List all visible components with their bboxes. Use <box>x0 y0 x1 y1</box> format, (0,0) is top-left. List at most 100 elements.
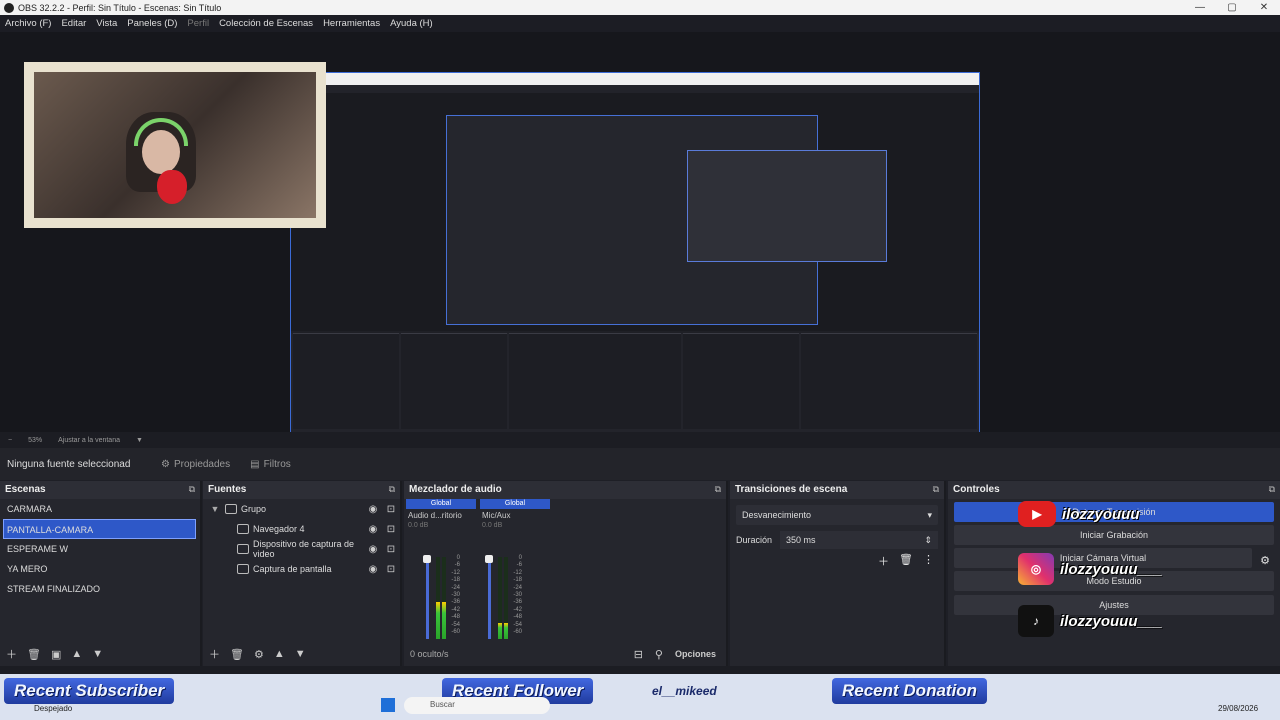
close-button[interactable]: ✕ <box>1248 2 1280 13</box>
maximize-button[interactable]: ▢ <box>1216 2 1248 13</box>
undock-icon[interactable]: ⧉ <box>933 484 939 496</box>
source-row[interactable]: ▼ Grupo ◉ ⊡ <box>203 499 400 519</box>
nested-preview-level2 <box>446 115 887 325</box>
undock-icon[interactable]: ⧉ <box>1269 484 1275 496</box>
transition-actions: ＋ 🗑 ⋮ <box>730 553 944 569</box>
window-titlebar: OBS 32.2.2 - Perfil: Sin Título - Escena… <box>0 0 1280 15</box>
channel-global-tag: Global <box>480 499 550 509</box>
menu-vista[interactable]: Vista <box>96 18 117 29</box>
undock-icon[interactable]: ⧉ <box>715 484 721 496</box>
minimize-button[interactable]: — <box>1184 2 1216 13</box>
menu-archivo[interactable]: Archivo (F) <box>5 18 51 29</box>
remove-source-icon[interactable]: 🗑 <box>230 648 244 661</box>
nested-menubar <box>291 85 979 93</box>
meter-tick-label: -54 <box>451 621 460 628</box>
program-canvas[interactable]: Recent Subscriber Recent Follower Recent… <box>290 72 980 460</box>
add-transition-icon[interactable]: ＋ <box>878 553 889 569</box>
remove-scene-icon[interactable]: 🗑 <box>27 648 41 661</box>
move-down-icon[interactable]: ▼ <box>295 648 306 660</box>
nested-mixer-dock <box>509 333 681 429</box>
meter-tick-label: 0 <box>456 555 460 561</box>
meter-tick-label: -18 <box>513 577 522 584</box>
scene-item[interactable]: STREAM FINALIZADO <box>0 579 200 599</box>
controls-title: Controles <box>953 484 1000 495</box>
volume-slider-mic[interactable] <box>488 555 491 639</box>
source-name: Grupo <box>241 504 267 514</box>
lock-icon[interactable]: ⊡ <box>382 504 400 515</box>
spinner-icon[interactable]: ⇕ <box>924 535 932 545</box>
scene-filters-icon[interactable]: ▣ <box>51 648 61 661</box>
duration-input[interactable]: 350 ms ⇕ <box>780 531 938 549</box>
channel-db: 0.0 dB <box>408 522 429 529</box>
move-up-icon[interactable]: ▲ <box>274 648 285 660</box>
remove-transition-icon[interactable]: 🗑 <box>899 553 913 569</box>
overlay-handle: el__mikeed <box>652 684 717 698</box>
filters-button[interactable]: ▤ Filtros <box>244 455 297 474</box>
gear-icon[interactable]: ⚙ <box>1260 554 1270 567</box>
windows-start-icon[interactable] <box>381 698 395 712</box>
preview-area[interactable]: Recent Subscriber Recent Follower Recent… <box>0 32 1280 460</box>
nested-controls-dock <box>801 333 977 429</box>
volume-slider-desktop[interactable] <box>426 555 429 639</box>
volume-knob-mic[interactable] <box>485 555 493 563</box>
undock-icon[interactable]: ⧉ <box>189 484 195 496</box>
add-scene-icon[interactable]: ＋ <box>6 646 17 662</box>
camera-icon <box>237 544 249 554</box>
mixer-layout-icon[interactable]: ⊟ <box>634 648 643 661</box>
chevron-down-icon[interactable]: ▼ <box>136 437 143 444</box>
mixer-options-button[interactable]: Opciones <box>675 649 716 659</box>
mixer-link-icon[interactable]: ⚲ <box>655 648 663 661</box>
menu-bar: Archivo (F) Editar Vista Paneles (D) Per… <box>0 15 1280 32</box>
source-row[interactable]: Captura de pantalla ◉ ⊡ <box>203 559 400 579</box>
properties-button[interactable]: ⚙ Propiedades <box>155 455 236 474</box>
meter-ticks-mic: 0 -6 -12 -18 -24 -30 -36 -42 -48 -54 -60 <box>508 555 522 636</box>
source-settings-icon[interactable]: ⚙ <box>254 648 264 661</box>
scene-item[interactable]: PANTALLA-CAMARA <box>3 519 196 539</box>
more-options-icon[interactable]: ⋮ <box>923 553 934 569</box>
move-up-icon[interactable]: ▲ <box>71 648 82 660</box>
start-recording-button[interactable]: Iniciar Grabación <box>954 525 1274 545</box>
scene-item[interactable]: ESPERAME W <box>0 539 200 559</box>
eye-icon[interactable]: ◉ <box>364 544 382 555</box>
source-row[interactable]: Navegador 4 ◉ ⊡ <box>203 519 400 539</box>
lock-icon[interactable]: ⊡ <box>382 564 400 575</box>
menu-editar[interactable]: Editar <box>61 18 86 29</box>
zoom-minus-icon[interactable]: − <box>8 437 12 444</box>
transition-select[interactable]: Desvanecimiento ▾ <box>736 505 938 525</box>
menu-coleccion[interactable]: Colección de Escenas <box>219 18 313 29</box>
youtube-handle: ilozzyouuu <box>1062 505 1140 523</box>
menu-perfil[interactable]: Perfil <box>187 18 209 29</box>
filters-label: Filtros <box>263 458 291 470</box>
sources-list: ▼ Grupo ◉ ⊡ Navegador 4 ◉ ⊡ Dispositivo de capt… <box>203 499 400 579</box>
source-name: Navegador 4 <box>253 524 305 534</box>
lock-icon[interactable]: ⊡ <box>382 524 400 535</box>
scenes-list: CARMARA PANTALLA-CAMARA ESPERAME W YA MERO S… <box>0 499 200 599</box>
taskbar-date: 29/08/2026 <box>1218 704 1259 713</box>
meter-tick-label: -6 <box>454 562 460 569</box>
meter-fill <box>436 602 440 639</box>
zoom-value: 53% <box>28 436 43 444</box>
level-meter-mic-l <box>498 557 502 639</box>
add-source-icon[interactable]: ＋ <box>209 646 220 662</box>
source-row[interactable]: Dispositivo de captura de video ◉ ⊡ <box>203 539 400 559</box>
chevron-down-icon[interactable]: ▼ <box>209 504 221 514</box>
undock-icon[interactable]: ⧉ <box>389 484 395 496</box>
lock-icon[interactable]: ⊡ <box>382 544 400 555</box>
scene-item[interactable]: CARMARA <box>0 499 200 519</box>
gear-icon: ⚙ <box>161 458 170 470</box>
menu-herramientas[interactable]: Herramientas <box>323 18 380 29</box>
zoom-fit-select[interactable]: Ajustar a la ventana <box>58 437 120 444</box>
eye-icon[interactable]: ◉ <box>364 504 382 515</box>
meter-tick-label: -36 <box>513 599 522 606</box>
menu-ayuda[interactable]: Ayuda (H) <box>390 18 433 29</box>
taskbar-search-input[interactable]: Buscar <box>404 697 550 714</box>
scene-item[interactable]: YA MERO <box>0 559 200 579</box>
eye-icon[interactable]: ◉ <box>364 524 382 535</box>
menu-paneles[interactable]: Paneles (D) <box>127 18 177 29</box>
weather-widget[interactable]: Despejado <box>34 704 72 713</box>
eye-icon[interactable]: ◉ <box>364 564 382 575</box>
move-down-icon[interactable]: ▼ <box>92 648 103 660</box>
transitions-dock: Transiciones de escena ⧉ Desvanecimiento ▾… <box>730 481 946 666</box>
nested-transitions-dock <box>683 333 799 429</box>
volume-knob-desktop[interactable] <box>423 555 431 563</box>
